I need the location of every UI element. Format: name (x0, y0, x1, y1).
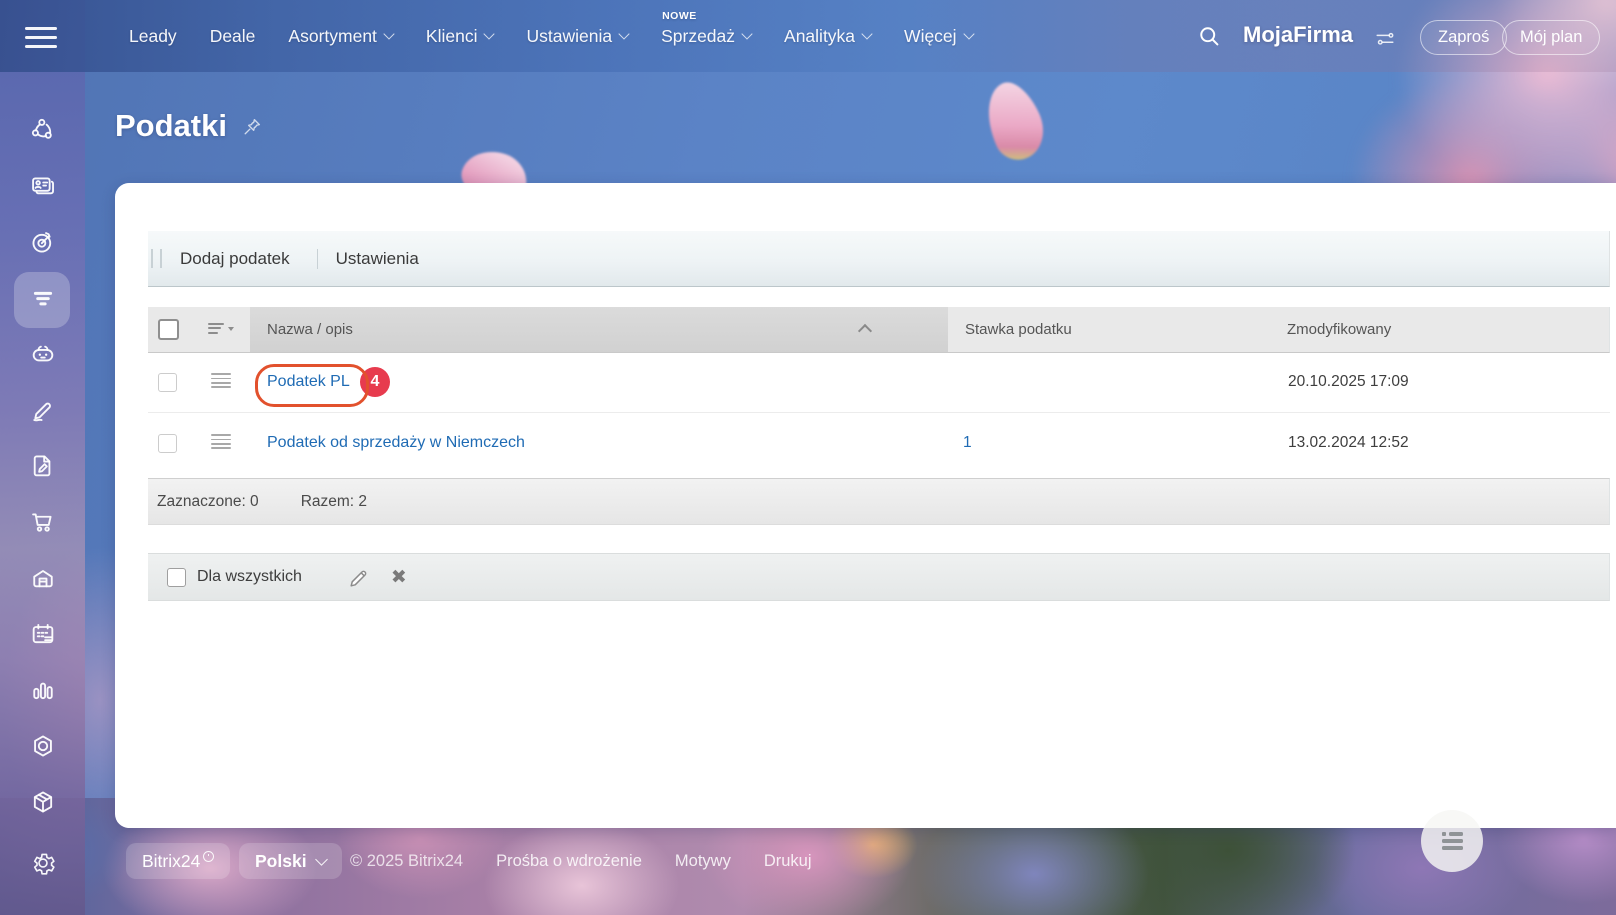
modified-date: 13.02.2024 12:52 (1288, 434, 1409, 451)
column-header-rate[interactable]: Stawka podatku (948, 321, 1270, 339)
header-menu-icon[interactable] (208, 322, 234, 334)
copyright-text: © 2025 Bitrix24 (350, 851, 464, 870)
robot-icon (29, 340, 57, 373)
nav-item-analityka[interactable]: Analityka (784, 26, 873, 47)
nav-item-sprzedaz[interactable]: NOWE Sprzedaż (661, 10, 753, 47)
edit-pencil-icon[interactable] (348, 565, 372, 589)
cart-icon (29, 508, 57, 541)
tax-name-link[interactable]: Podatek od sprzedaży w Niemczech (250, 434, 525, 452)
taxes-card: Dodaj podatek Ustawienia Nazwa / opis St… (115, 183, 1616, 828)
invite-button[interactable]: Zaproś (1420, 20, 1508, 55)
nav-item-klienci[interactable]: Klienci (426, 26, 496, 47)
sidebar-item-product-box[interactable] (0, 776, 85, 832)
sort-asc-icon[interactable] (857, 323, 873, 339)
main-nav: Leady Deale Asortyment Klienci Ustawieni… (129, 0, 975, 72)
page-footer: Bitrix24 Polski © 2025 Bitrix24 Prośba o… (0, 841, 1616, 881)
table-row: Podatek PL 4 20.10.2025 17:09 (148, 352, 1610, 413)
nav-item-ustawienia[interactable]: Ustawienia (526, 26, 630, 47)
calendar-icon (29, 620, 57, 653)
nav-item-wiecej[interactable]: Więcej (904, 26, 975, 47)
table-row: Podatek od sprzedaży w Niemczech 1 13.02… (148, 413, 1610, 473)
my-plan-button[interactable]: Mój plan (1502, 20, 1601, 55)
toolbar-divider (316, 248, 318, 269)
menu-burger-icon[interactable] (25, 27, 57, 48)
row-drag-handle-icon[interactable] (211, 434, 250, 450)
bar-chart-icon (29, 676, 57, 709)
funnel-lines-icon (29, 284, 57, 317)
sliders-settings-icon[interactable] (1374, 28, 1396, 55)
card-toolbar: Dodaj podatek Ustawienia (148, 231, 1610, 287)
search-icon[interactable] (1197, 24, 1222, 54)
chevron-down-icon (618, 28, 630, 40)
sidebar-item-sales-target[interactable] (0, 216, 85, 272)
tax-rate-link[interactable]: 1 (948, 434, 972, 451)
list-icon (1441, 832, 1463, 850)
sidebar-item-calendar-schedule[interactable] (0, 608, 85, 664)
sidebar-item-contact-card[interactable] (0, 160, 85, 216)
select-all-checkbox[interactable] (158, 319, 179, 340)
nav-item-asortyment[interactable]: Asortyment (288, 26, 395, 47)
sidebar-item-integrations[interactable] (0, 720, 85, 776)
row-checkbox[interactable] (158, 372, 177, 392)
for-all-label: Dla wszystkich (197, 568, 302, 585)
account-name[interactable]: MojaFirma (1243, 22, 1353, 48)
sidebar-item-shopping-cart[interactable] (0, 496, 85, 552)
selected-count: Zaznaczone: 0 (157, 492, 259, 510)
nav-item-leady[interactable]: Leady (129, 26, 177, 47)
target-icon (29, 228, 57, 261)
tax-name-link[interactable]: Podatek PL (250, 373, 350, 391)
sidebar-item-automation-robot[interactable] (0, 328, 85, 384)
sidebar-item-warehouse[interactable] (0, 552, 85, 608)
bulk-actions-bar: Dla wszystkich ✖ (148, 553, 1610, 601)
warehouse-icon (29, 564, 57, 597)
row-drag-handle-icon[interactable] (211, 373, 250, 389)
chevron-down-icon (383, 28, 395, 40)
chevron-down-icon (314, 852, 328, 866)
toolbar-drag-handle[interactable] (151, 249, 162, 268)
for-all-checkbox[interactable] (167, 567, 186, 587)
hexagon-icon (29, 732, 57, 765)
row-checkbox[interactable] (158, 433, 177, 453)
share-network-icon (29, 116, 57, 149)
chevron-down-icon (962, 28, 975, 40)
table-header: Nazwa / opis Stawka podatku Zmodyfikowan… (148, 307, 1610, 353)
quick-list-button[interactable] (1421, 810, 1483, 872)
sidebar-item-document-edit[interactable] (0, 440, 85, 496)
column-header-modified[interactable]: Zmodyfikowany (1270, 321, 1609, 339)
chevron-down-icon (741, 28, 753, 40)
pin-icon[interactable] (241, 116, 263, 143)
column-header-name[interactable]: Nazwa / opis (250, 307, 948, 352)
document-edit-icon (29, 452, 57, 485)
footer-link-implementation[interactable]: Prośba o wdrożenie (496, 852, 642, 871)
page-title: Podatki (115, 108, 227, 143)
language-selector[interactable]: Polski (239, 843, 342, 879)
delete-x-icon[interactable]: ✖ (391, 566, 407, 589)
nowe-badge: NOWE (662, 9, 697, 22)
chevron-down-icon (861, 28, 873, 40)
nav-item-deale[interactable]: Deale (210, 26, 256, 47)
box-3d-icon (29, 788, 57, 821)
toolbar-settings-button[interactable]: Ustawienia (336, 249, 419, 269)
selection-summary-bar: Zaznaczone: 0 Razem: 2 (148, 478, 1610, 525)
pen-icon (29, 396, 57, 429)
sidebar-item-sign-pen[interactable] (0, 384, 85, 440)
bitrix24-logo[interactable]: Bitrix24 (126, 843, 231, 879)
annotation-badge: 4 (360, 367, 390, 397)
footer-link-print[interactable]: Drukuj (764, 852, 812, 871)
sidebar-item-share-network[interactable] (0, 104, 85, 160)
modified-date: 20.10.2025 17:09 (1288, 373, 1409, 390)
tax-rate-value (948, 373, 963, 390)
clock-badge-icon (203, 851, 215, 862)
chevron-down-icon (483, 28, 496, 40)
contact-card-icon (29, 172, 57, 205)
app-sidebar (0, 0, 85, 915)
add-tax-button[interactable]: Dodaj podatek (180, 249, 290, 269)
footer-link-themes[interactable]: Motywy (675, 852, 731, 871)
table-body: Podatek PL 4 20.10.2025 17:09 Podatek od… (148, 352, 1610, 473)
top-navigation-bar: Leady Deale Asortyment Klienci Ustawieni… (0, 0, 1616, 72)
total-count: Razem: 2 (300, 492, 368, 510)
falling-petal (974, 74, 1054, 168)
sidebar-item-crm-funnel[interactable] (0, 272, 85, 328)
sidebar-item-bar-chart[interactable] (0, 664, 85, 720)
